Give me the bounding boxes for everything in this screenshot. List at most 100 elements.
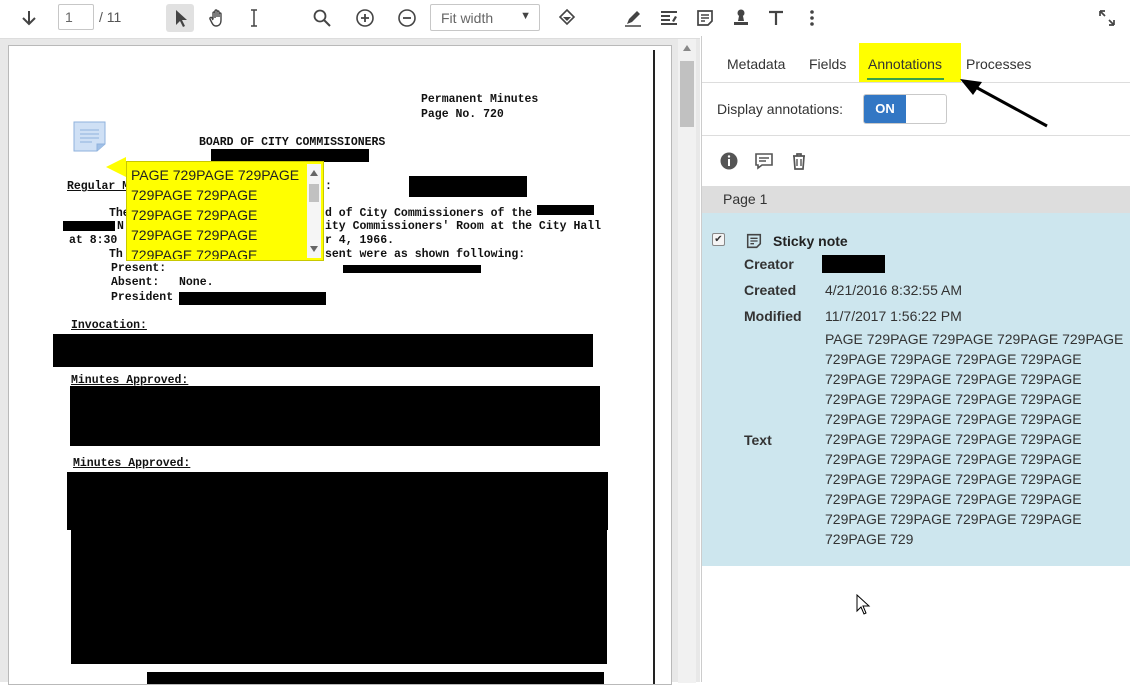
annotation-title: Sticky note <box>773 233 848 249</box>
scroll-thumb[interactable] <box>680 61 694 127</box>
note-popup[interactable]: PAGE 729PAGE 729PAGE 729PAGE 729PAGE 729… <box>126 161 324 261</box>
sticky-note-annotation-icon[interactable] <box>73 121 106 152</box>
fullscreen-icon[interactable] <box>1093 4 1121 32</box>
doc-line: Th <box>109 248 123 261</box>
redaction <box>63 221 115 231</box>
popup-line: 729PAGE 729PAGE <box>131 247 258 259</box>
text-line: 729PAGE 729 <box>825 531 914 547</box>
text-line: 729PAGE 729PAGE 729PAGE 729PAGE <box>825 451 1082 467</box>
download-arrow-icon[interactable] <box>15 4 43 32</box>
text-line: PAGE 729PAGE 729PAGE 729PAGE 729PAGE <box>825 331 1124 347</box>
redaction <box>409 176 527 197</box>
text-line: 729PAGE 729PAGE 729PAGE 729PAGE <box>825 351 1082 367</box>
display-annotations-toggle[interactable]: ON <box>863 94 947 124</box>
popup-line: 729PAGE 729PAGE <box>131 207 258 223</box>
doc-line: N <box>117 220 124 233</box>
redaction <box>71 530 607 664</box>
created-label: Created <box>744 282 797 298</box>
comment-icon[interactable] <box>754 151 774 171</box>
select-pointer-icon[interactable] <box>166 4 194 32</box>
doc-line: ity Commissioners' Room at the City Hall <box>325 220 602 233</box>
doc-line: Absent: <box>111 276 160 289</box>
side-panel: Metadata Fields Annotations Processes Di… <box>701 36 1130 682</box>
redaction <box>343 265 481 273</box>
doc-line: Permanent Minutes <box>421 93 539 106</box>
text-value: PAGE 729PAGE 729PAGE 729PAGE 729PAGE 729… <box>825 329 1125 549</box>
modified-label: Modified <box>744 308 802 324</box>
doc-line: Page No. 720 <box>421 108 504 121</box>
display-annotations-row: Display annotations: ON <box>702 84 1130 136</box>
popup-scrollbar[interactable] <box>307 164 321 258</box>
doc-line: Minutes Approved: <box>73 457 191 470</box>
redaction <box>53 334 593 367</box>
page-group-header[interactable]: Page 1 <box>702 186 1130 213</box>
display-annotations-label: Display annotations: <box>717 101 844 117</box>
sticky-note-icon[interactable] <box>691 4 719 32</box>
doc-line: BOARD OF CITY COMMISSIONERS <box>199 136 386 149</box>
text-line: 729PAGE 729PAGE 729PAGE 729PAGE <box>825 391 1082 407</box>
redaction <box>70 386 600 446</box>
panel-tabs: Metadata Fields Annotations Processes <box>702 36 1130 83</box>
redaction <box>179 292 326 305</box>
toolbar: 1 / 11 Fit width ▼ <box>0 0 1130 36</box>
active-tab-indicator <box>867 78 944 80</box>
page-number-input[interactable]: 1 <box>58 4 94 30</box>
text-line: 729PAGE 729PAGE 729PAGE 729PAGE <box>825 411 1082 427</box>
tab-fields[interactable]: Fields <box>809 56 846 72</box>
creator-redacted-value <box>822 255 885 273</box>
tab-processes[interactable]: Processes <box>966 56 1031 72</box>
annotation-item[interactable]: ✔ Sticky note Creator Created 4/21/2016 … <box>702 213 1130 566</box>
more-options-icon[interactable] <box>798 4 826 32</box>
mouse-cursor-icon <box>856 594 871 615</box>
sticky-note-icon <box>746 233 762 249</box>
scroll-down-icon[interactable] <box>310 246 318 252</box>
document-page[interactable]: Permanent Minutes Page No. 720 BOARD OF … <box>8 45 672 685</box>
page-edge-line <box>653 50 655 684</box>
zoom-out-icon[interactable] <box>393 4 421 32</box>
doc-line: None. <box>179 276 214 289</box>
zoom-select[interactable]: Fit width ▼ <box>430 4 540 31</box>
zoom-icon[interactable] <box>308 4 336 32</box>
text-tool-icon[interactable] <box>762 4 790 32</box>
free-text-icon[interactable] <box>655 4 683 32</box>
trash-icon[interactable] <box>789 151 809 171</box>
annotation-actions <box>702 137 1130 185</box>
popup-line: PAGE 729PAGE 729PAGE <box>131 167 300 183</box>
popup-line: 729PAGE 729PAGE <box>131 227 258 243</box>
scroll-up-icon[interactable] <box>310 170 318 176</box>
redaction <box>147 672 604 684</box>
redaction <box>67 472 608 530</box>
doc-line: Present: <box>111 262 167 275</box>
doc-line: r 4, 1966. <box>325 234 395 247</box>
redaction <box>537 205 594 215</box>
pan-hand-icon[interactable] <box>203 4 231 32</box>
doc-line: at 8:30 <box>69 234 118 247</box>
zoom-value: Fit width <box>441 10 494 26</box>
doc-line: Regular M <box>67 180 130 193</box>
toggle-on-label: ON <box>864 95 906 123</box>
info-icon[interactable] <box>719 151 739 171</box>
creator-label: Creator <box>744 256 794 272</box>
viewer-scrollbar[interactable] <box>678 39 696 683</box>
zoom-in-icon[interactable] <box>351 4 379 32</box>
text-line: 729PAGE 729PAGE 729PAGE 729PAGE <box>825 471 1082 487</box>
tab-annotations[interactable]: Annotations <box>868 56 942 72</box>
chevron-down-icon: ▼ <box>520 10 531 22</box>
eraser-icon[interactable] <box>553 4 581 32</box>
text-label: Text <box>744 432 772 448</box>
doc-line: sent were as shown following: <box>325 248 526 261</box>
tab-metadata[interactable]: Metadata <box>727 56 785 72</box>
scroll-up-icon[interactable] <box>683 45 691 51</box>
stamp-icon[interactable] <box>727 4 755 32</box>
page-total: / 11 <box>99 9 122 25</box>
text-line: 729PAGE 729PAGE 729PAGE 729PAGE <box>825 431 1082 447</box>
doc-line: Invocation: <box>71 319 147 332</box>
text-select-icon[interactable] <box>240 4 268 32</box>
text-line: 729PAGE 729PAGE 729PAGE 729PAGE <box>825 491 1082 507</box>
scroll-thumb[interactable] <box>309 184 319 202</box>
annotation-checkbox[interactable]: ✔ <box>712 233 725 246</box>
highlight-pen-icon[interactable] <box>619 4 647 32</box>
doc-line: : <box>325 180 332 193</box>
modified-value: 11/7/2017 1:56:22 PM <box>825 308 962 324</box>
popup-text[interactable]: PAGE 729PAGE 729PAGE 729PAGE 729PAGE 729… <box>131 165 305 259</box>
